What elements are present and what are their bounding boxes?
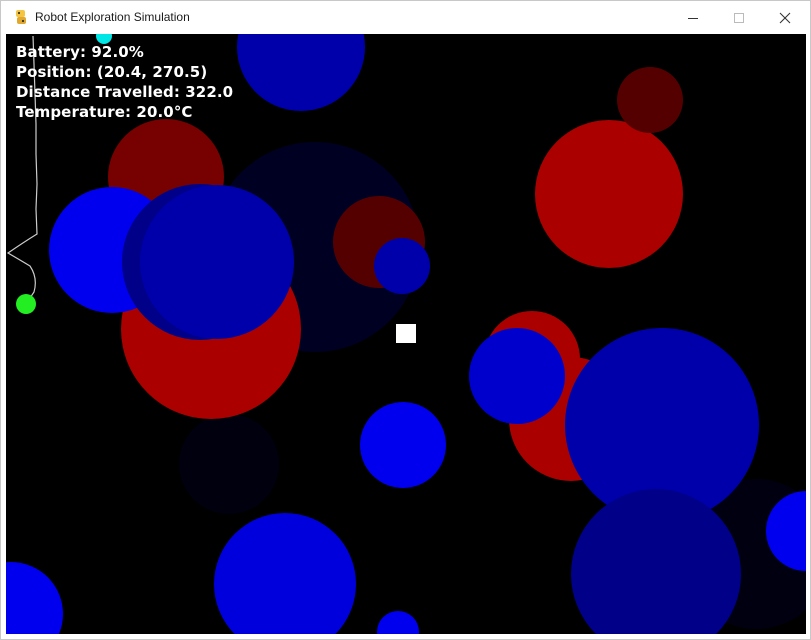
- target-marker: [396, 324, 416, 343]
- simulation-canvas[interactable]: Battery: 92.0% Position: (20.4, 270.5) D…: [6, 34, 806, 634]
- robot: [16, 294, 36, 314]
- cold-zone: [140, 185, 294, 339]
- battery-readout: Battery: 92.0%: [16, 43, 144, 61]
- minimize-button[interactable]: [670, 1, 716, 34]
- python-snake-icon: [16, 10, 26, 24]
- maximize-icon: [734, 12, 744, 23]
- close-button[interactable]: [762, 1, 808, 34]
- cold-zone: [377, 611, 419, 634]
- simulation-scene: [6, 34, 806, 634]
- cold-zone: [237, 34, 365, 111]
- cold-zone: [360, 402, 446, 488]
- app-window: Robot Exploration Simulation Battery: 92…: [0, 0, 811, 640]
- cold-zone: [179, 414, 279, 514]
- cold-zone: [374, 238, 430, 294]
- cold-zone: [6, 562, 63, 634]
- position-readout: Position: (20.4, 270.5): [16, 63, 208, 81]
- temperature-readout: Temperature: 20.0°C: [16, 103, 193, 121]
- hud-panel: Battery: 92.0% Position: (20.4, 270.5) D…: [16, 42, 233, 122]
- close-icon: [779, 12, 791, 23]
- hot-zone: [617, 67, 683, 133]
- hot-zone: [535, 120, 683, 268]
- title-bar[interactable]: Robot Exploration Simulation: [1, 1, 810, 34]
- maximize-button[interactable]: [716, 1, 762, 34]
- cold-zone: [214, 513, 356, 634]
- distance-readout: Distance Travelled: 322.0: [16, 83, 234, 101]
- window-title: Robot Exploration Simulation: [35, 10, 190, 24]
- cold-zone: [469, 328, 565, 424]
- minimize-icon: [688, 17, 698, 19]
